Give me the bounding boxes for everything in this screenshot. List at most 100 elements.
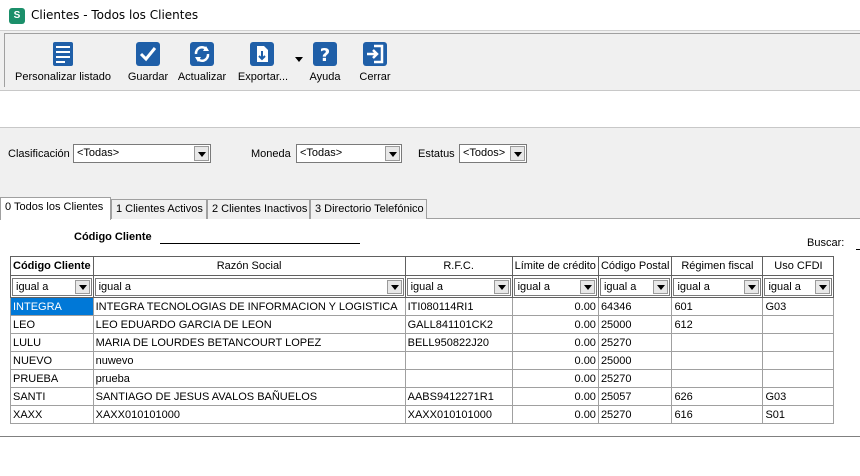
cell-codigo-postal[interactable]: 25000: [597, 351, 673, 370]
chevron-down-icon[interactable]: [493, 279, 509, 294]
cell-codigo-cliente[interactable]: XAXX: [10, 405, 94, 424]
chevron-down-icon[interactable]: [744, 279, 760, 294]
header-razon-social[interactable]: Razón Social: [92, 256, 406, 276]
cell-codigo-postal[interactable]: 25270: [597, 369, 673, 388]
chevron-down-icon[interactable]: [385, 146, 400, 161]
cell-limite-credito[interactable]: 0.00: [511, 333, 599, 352]
tab-todos-clientes[interactable]: 0 Todos los Clientes: [0, 197, 111, 220]
cell-codigo-postal[interactable]: 25270: [597, 405, 673, 424]
cell-codigo-cliente[interactable]: INTEGRA: [10, 297, 94, 316]
cell-razon-social[interactable]: LEO EDUARDO GARCIA DE LEON: [92, 315, 406, 334]
cell-rfc[interactable]: BELL950822J20: [404, 333, 513, 352]
cell-rfc[interactable]: [404, 369, 513, 388]
chevron-down-icon[interactable]: [510, 146, 525, 161]
cell-razon-social[interactable]: XAXX010101000: [92, 405, 406, 424]
header-uso-cfdi[interactable]: Uso CFDI: [762, 256, 835, 276]
cell-regimen-fiscal[interactable]: [671, 333, 764, 352]
grid-header-row: Código Cliente Razón Social R.F.C. Límit…: [10, 256, 835, 276]
table-row[interactable]: LEO LEO EDUARDO GARCIA DE LEON GALL841101C…: [10, 315, 835, 334]
cell-rfc[interactable]: GALL841101CK2: [404, 315, 513, 334]
table-row[interactable]: INTEGRA INTEGRA TECNOLOGIAS DE INFORMACIO…: [10, 297, 835, 316]
cell-regimen-fiscal[interactable]: [671, 369, 764, 388]
table-row[interactable]: NUEVO nuwevo 0.00 25000: [10, 351, 835, 370]
cell-rfc[interactable]: [404, 351, 513, 370]
cell-rfc[interactable]: XAXX010101000: [404, 405, 513, 424]
personalizar-listado-button[interactable]: Personalizar listado: [9, 34, 117, 88]
cell-rfc[interactable]: ITI080114RI1: [404, 297, 513, 316]
header-limite-credito[interactable]: Límite de crédito: [511, 256, 599, 276]
cell-codigo-cliente[interactable]: LEO: [10, 315, 94, 334]
filter-select-uso-cfdi[interactable]: igual a: [764, 277, 833, 296]
exportar-dropdown-arrow-icon[interactable]: [295, 57, 303, 62]
cell-razon-social[interactable]: INTEGRA TECNOLOGIAS DE INFORMACION Y LOG…: [92, 297, 406, 316]
filter-select-regimen-fiscal[interactable]: igual a: [673, 277, 762, 296]
tab-clientes-activos[interactable]: 1 Clientes Activos: [111, 199, 207, 219]
chevron-down-icon[interactable]: [386, 279, 402, 294]
table-row[interactable]: PRUEBA prueba 0.00 25270: [10, 369, 835, 388]
cell-uso-cfdi[interactable]: S01: [762, 405, 835, 424]
cell-razon-social[interactable]: SANTIAGO DE JESUS AVALOS BAÑUELOS: [92, 387, 406, 406]
actualizar-button[interactable]: Actualizar: [175, 34, 229, 88]
cell-regimen-fiscal[interactable]: [671, 351, 764, 370]
header-codigo-cliente[interactable]: Código Cliente: [10, 256, 94, 276]
clients-panel: Código Cliente Buscar: Código Cliente Ra…: [0, 219, 860, 476]
chevron-down-icon[interactable]: [815, 279, 831, 294]
cell-codigo-postal[interactable]: 25000: [597, 315, 673, 334]
cell-limite-credito[interactable]: 0.00: [511, 297, 599, 316]
codigo-cliente-input[interactable]: [160, 243, 360, 244]
cell-regimen-fiscal[interactable]: 616: [671, 405, 764, 424]
cell-codigo-cliente[interactable]: SANTI: [10, 387, 94, 406]
table-row[interactable]: XAXX XAXX010101000 XAXX010101000 0.00 25270 6…: [10, 405, 835, 424]
table-row[interactable]: SANTI SANTIAGO DE JESUS AVALOS BAÑUELOS AA…: [10, 387, 835, 406]
cell-limite-credito[interactable]: 0.00: [511, 351, 599, 370]
cell-limite-credito[interactable]: 0.00: [511, 315, 599, 334]
chevron-down-icon[interactable]: [653, 279, 669, 294]
cell-codigo-postal[interactable]: 25270: [597, 333, 673, 352]
cell-uso-cfdi[interactable]: G03: [762, 297, 835, 316]
guardar-button[interactable]: Guardar: [123, 34, 173, 88]
cell-codigo-postal[interactable]: 64346: [597, 297, 673, 316]
cell-uso-cfdi[interactable]: [762, 315, 835, 334]
filter-select-limite-credito[interactable]: igual a: [513, 277, 597, 296]
cell-uso-cfdi[interactable]: [762, 351, 835, 370]
tab-clientes-inactivos[interactable]: 2 Clientes Inactivos: [207, 199, 310, 219]
filter-select-rfc[interactable]: igual a: [406, 277, 511, 296]
chevron-down-icon[interactable]: [579, 279, 595, 294]
cell-codigo-postal[interactable]: 25057: [597, 387, 673, 406]
cell-regimen-fiscal[interactable]: 601: [671, 297, 764, 316]
cell-rfc[interactable]: AABS9412271R1: [404, 387, 513, 406]
cell-uso-cfdi[interactable]: [762, 369, 835, 388]
cell-codigo-cliente[interactable]: PRUEBA: [10, 369, 94, 388]
table-row[interactable]: LULU MARIA DE LOURDES BETANCOURT LOPEZ BEL…: [10, 333, 835, 352]
moneda-select[interactable]: <Todas>: [296, 144, 402, 163]
cell-razon-social[interactable]: nuwevo: [92, 351, 406, 370]
estatus-select[interactable]: <Todos>: [459, 144, 527, 163]
filter-select-codigo-cliente[interactable]: igual a: [12, 277, 92, 296]
tab-strip: 0 Todos los Clientes 1 Clientes Activos …: [0, 197, 860, 220]
cell-codigo-cliente[interactable]: LULU: [10, 333, 94, 352]
filter-select-codigo-postal[interactable]: igual a: [599, 277, 671, 296]
cell-razon-social[interactable]: MARIA DE LOURDES BETANCOURT LOPEZ: [92, 333, 406, 352]
cell-razon-social[interactable]: prueba: [92, 369, 406, 388]
header-regimen-fiscal[interactable]: Régimen fiscal: [671, 256, 764, 276]
tab-directorio-telefonico[interactable]: 3 Directorio Telefónico: [310, 199, 427, 219]
filter-select-razon-social[interactable]: igual a: [94, 277, 404, 296]
cerrar-button[interactable]: Cerrar: [355, 34, 395, 88]
cell-limite-credito[interactable]: 0.00: [511, 405, 599, 424]
clasificacion-select[interactable]: <Todas>: [73, 144, 211, 163]
header-codigo-postal[interactable]: Código Postal: [597, 256, 673, 276]
ayuda-button[interactable]: ? Ayuda: [305, 34, 345, 88]
cell-uso-cfdi[interactable]: [762, 333, 835, 352]
exportar-button[interactable]: Exportar...: [235, 34, 291, 88]
cell-regimen-fiscal[interactable]: 612: [671, 315, 764, 334]
cell-codigo-cliente[interactable]: NUEVO: [10, 351, 94, 370]
chevron-down-icon[interactable]: [194, 146, 209, 161]
cell-uso-cfdi[interactable]: G03: [762, 387, 835, 406]
cell-limite-credito[interactable]: 0.00: [511, 387, 599, 406]
cell-regimen-fiscal[interactable]: 626: [671, 387, 764, 406]
header-rfc[interactable]: R.F.C.: [404, 256, 513, 276]
checkmark-icon: [135, 41, 161, 67]
cell-limite-credito[interactable]: 0.00: [511, 369, 599, 388]
buscar-input[interactable]: [856, 249, 860, 250]
chevron-down-icon[interactable]: [74, 279, 90, 294]
